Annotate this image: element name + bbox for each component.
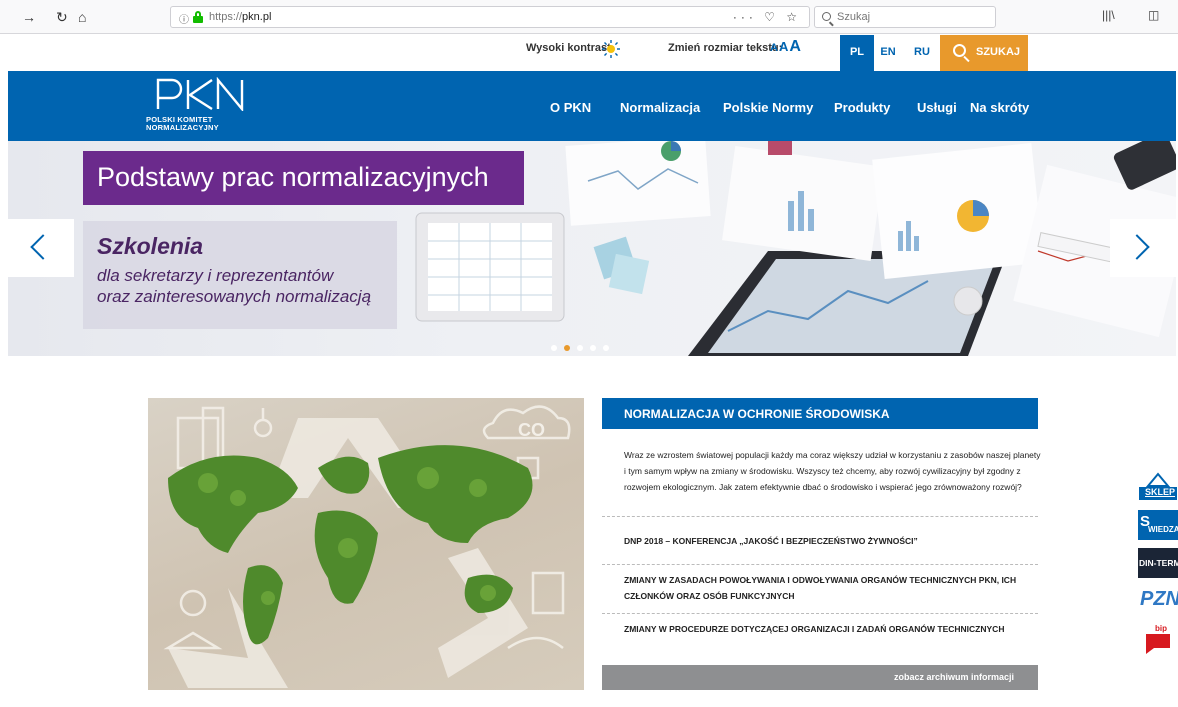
hero-subtitle-heading: Szkolenia: [97, 233, 204, 259]
divider: [602, 564, 1038, 565]
news-heading[interactable]: NORMALIZACJA W OCHRONIE ŚRODOWISKA: [602, 398, 1038, 429]
library-icon[interactable]: |||\: [1102, 8, 1115, 22]
feature-image[interactable]: CO: [148, 398, 584, 690]
text-size-medium[interactable]: A: [779, 39, 788, 54]
text-size-label: Zmień rozmiar tekstu:: [668, 42, 783, 54]
wiedza-widget[interactable]: S WIEDZA: [1138, 510, 1178, 540]
sun-icon[interactable]: [602, 40, 620, 58]
divider: [602, 516, 1038, 517]
pkn-logo-mark: [156, 77, 244, 111]
slider-dot-active[interactable]: [564, 345, 570, 351]
slider-dot[interactable]: [577, 345, 583, 351]
slider-next-button[interactable]: [1110, 219, 1176, 277]
search-button[interactable]: SZUKAJ: [940, 35, 1028, 71]
svg-text:CO: CO: [518, 420, 545, 440]
news-item[interactable]: DNP 2018 – KONFERENCJA „JAKOŚĆ I BEZPIEC…: [624, 533, 1034, 549]
back-icon[interactable]: →: [22, 9, 36, 25]
text-size-controls: AAA: [770, 38, 802, 56]
search-icon: [953, 44, 966, 57]
info-icon[interactable]: ⓘ: [179, 11, 189, 26]
text-size-small[interactable]: A: [770, 42, 778, 54]
bip-widget[interactable]: bip: [1138, 624, 1178, 654]
news-lead-text: Wraz ze wzrostem światowej populacji każ…: [624, 450, 1041, 492]
divider: [602, 613, 1038, 614]
lock-icon: [193, 11, 203, 23]
world-map-image: CO: [163, 405, 571, 688]
url-text[interactable]: https://pkn.pl: [209, 11, 271, 23]
lang-en[interactable]: EN: [871, 35, 905, 71]
nav-produkty[interactable]: Produkty: [834, 100, 890, 115]
search-placeholder: Szukaj: [837, 11, 871, 23]
pzn-widget[interactable]: PZN: [1138, 586, 1178, 616]
sidebar-icon[interactable]: ◫: [1148, 8, 1159, 22]
slider-dot[interactable]: [603, 345, 609, 351]
hero-subtitle-line2: oraz zainteresowanych normalizacją: [97, 287, 372, 306]
logo-line2: NORMALIZACYJNY: [146, 123, 219, 132]
lang-pl[interactable]: PL: [840, 35, 874, 71]
sklep-widget[interactable]: SKLEP: [1138, 470, 1178, 500]
news-item[interactable]: ZMIANY W ZASADACH POWOŁYWANIA I ODWOŁYWA…: [624, 572, 1034, 604]
site-header: POLSKI KOMITET NORMALIZACYJNY O PKN Norm…: [8, 71, 1176, 141]
slider-dot[interactable]: [551, 345, 557, 351]
din-term-widget[interactable]: DIN-TERM: [1138, 548, 1178, 578]
nav-normalizacja[interactable]: Normalizacja: [620, 100, 700, 115]
pkn-logo[interactable]: POLSKI KOMITET NORMALIZACYJNY: [146, 77, 256, 137]
hero-slider[interactable]: Podstawy prac normalizacyjnych Szkolenia…: [8, 141, 1176, 356]
hero-subtitle-line1: dla sekretarzy i reprezentantów: [97, 266, 334, 285]
nav-polskie-normy[interactable]: Polskie Normy: [723, 100, 813, 115]
nav-uslugi[interactable]: Usługi: [917, 100, 957, 115]
nav-o-pkn[interactable]: O PKN: [550, 100, 591, 115]
slider-prev-button[interactable]: [8, 219, 74, 277]
slider-dots: [551, 338, 616, 351]
url-bar[interactable]: ⓘ https://pkn.pl ··· ♡ ☆: [170, 6, 810, 28]
browser-toolbar: → ↻ ⌂ ⓘ https://pkn.pl ··· ♡ ☆ Szukaj ||…: [0, 0, 1178, 34]
hero-title[interactable]: Podstawy prac normalizacyjnych: [83, 151, 524, 205]
text-size-large[interactable]: A: [789, 38, 801, 55]
search-icon: [822, 12, 831, 21]
browser-search-input[interactable]: Szukaj: [814, 6, 996, 28]
nav-na-skroty[interactable]: Na skróty: [970, 100, 1029, 115]
high-contrast-toggle[interactable]: Wysoki kontrast: [526, 42, 611, 74]
archive-link[interactable]: zobacz archiwum informacji: [602, 665, 1038, 690]
home-icon[interactable]: ⌂: [78, 9, 86, 25]
page-actions-icon[interactable]: ··· ♡ ☆: [733, 10, 801, 24]
reload-icon[interactable]: ↻: [56, 9, 68, 25]
news-item[interactable]: ZMIANY W PROCEDURZE DOTYCZĄCEJ ORGANIZAC…: [624, 621, 1034, 637]
lang-ru[interactable]: RU: [905, 35, 939, 71]
slider-dot[interactable]: [590, 345, 596, 351]
hero-subtitle[interactable]: Szkolenia dla sekretarzy i reprezentantó…: [83, 221, 397, 329]
